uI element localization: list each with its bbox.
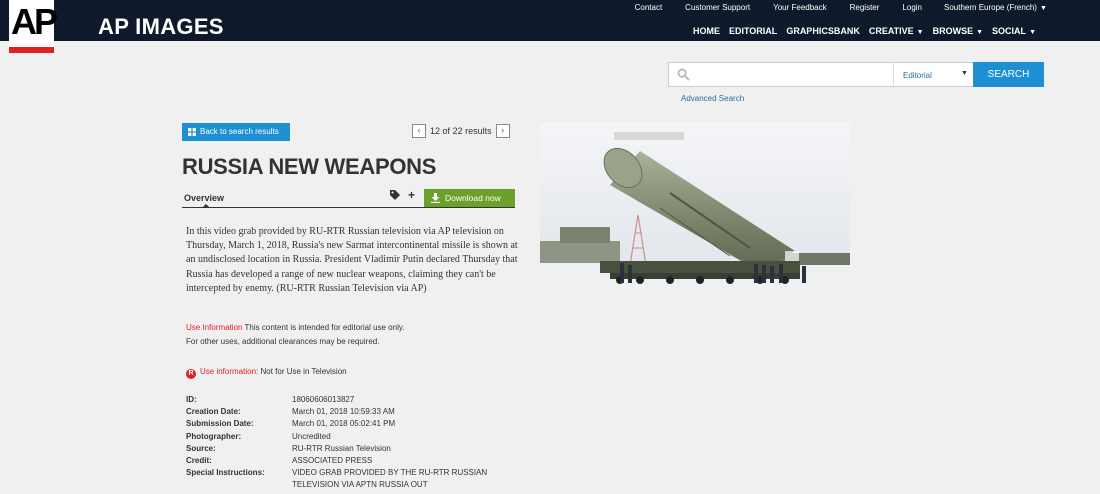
brand-title[interactable]: AP IMAGES xyxy=(98,13,224,41)
tag-icon[interactable] xyxy=(390,190,400,200)
metadata-value: VIDEO GRAB PROVIDED BY THE RU-RTR RUSSIA… xyxy=(292,468,488,478)
search-scope-value: Editorial xyxy=(903,71,932,80)
main-photo[interactable] xyxy=(540,123,850,296)
metadata-key: ID: xyxy=(186,395,197,404)
ap-logo[interactable]: AP xyxy=(9,0,58,53)
caption-text: In this video grab provided by RU-RTR Ru… xyxy=(186,226,518,294)
nav-browse[interactable]: BROWSE ▼ xyxy=(933,26,983,36)
feedback-link[interactable]: Your Feedback xyxy=(773,3,827,12)
active-tab-indicator xyxy=(202,204,210,208)
use-info-label: Use Information xyxy=(186,323,243,332)
pager-of: of xyxy=(442,126,451,136)
search-button[interactable]: SEARCH xyxy=(973,62,1044,87)
nav-editorial[interactable]: EDITORIAL xyxy=(729,26,777,36)
metadata-value: 18060606013827 xyxy=(292,395,355,404)
chevron-down-icon: ▼ xyxy=(961,70,968,77)
metadata-key: Source: xyxy=(186,443,216,453)
customer-support-link[interactable]: Customer Support xyxy=(685,3,750,12)
download-icon xyxy=(431,193,440,203)
metadata-value: TELEVISION VIA APTN RUSSIA OUT xyxy=(292,480,428,490)
nav-creative[interactable]: CREATIVE ▼ xyxy=(869,26,924,36)
nav-social[interactable]: SOCIAL ▼ xyxy=(992,26,1036,36)
search-scope-select[interactable]: Editorial ▼ xyxy=(893,62,975,87)
chevron-left-icon: ‹ xyxy=(417,125,421,135)
restricted-icon: R xyxy=(186,369,196,379)
metadata-row: Special Instructions: VIDEO GRAB PROVIDED… xyxy=(186,467,512,479)
metadata-row: Credit: ASSOCIATED PRESS xyxy=(186,455,512,467)
use-information: Use Information This content is intended… xyxy=(186,321,526,349)
prev-result-button[interactable]: ‹ xyxy=(412,124,426,138)
back-to-results-button[interactable]: Back to search results xyxy=(182,123,290,141)
metadata-key: Creation Date: xyxy=(186,407,241,417)
restriction-notice: R Use information: Not for Use in Televis… xyxy=(186,366,347,379)
search-input[interactable] xyxy=(693,65,892,85)
restriction-text: Not for Use in Television xyxy=(260,367,347,376)
register-link[interactable]: Register xyxy=(850,3,880,12)
restriction-label: Use information: xyxy=(200,367,259,376)
download-label: Download now xyxy=(445,193,501,203)
result-pager: ‹ 12 of 22 results › xyxy=(412,124,510,138)
metadata-row: Photographer: Uncredited xyxy=(186,431,512,443)
metadata-value: ASSOCIATED PRESS xyxy=(292,455,373,465)
metadata-row: ID: 18060606013827 xyxy=(186,394,512,406)
metadata-row: Submission Date: March 01, 2018 05:02:41 … xyxy=(186,418,512,430)
pager-current: 12 xyxy=(430,126,441,136)
missile-photo-illustration xyxy=(540,123,850,296)
pager-text: 12 of 22 results xyxy=(430,126,492,136)
download-button[interactable]: Download now xyxy=(424,189,515,207)
pager-total: 22 results xyxy=(452,126,492,136)
metadata-key: Credit: xyxy=(186,455,212,465)
tab-overview[interactable]: Overview xyxy=(184,193,224,203)
use-info-text-2: For other uses, additional clearances ma… xyxy=(186,337,380,346)
ap-logo-bar xyxy=(9,47,54,53)
metadata-value: RU-RTR Russian Television xyxy=(292,443,391,453)
ap-logo-text: AP xyxy=(11,1,58,42)
chevron-down-icon: ▼ xyxy=(1039,5,1047,12)
back-label: Back to search results xyxy=(200,127,279,136)
metadata-key xyxy=(186,479,292,491)
next-result-button[interactable]: › xyxy=(495,124,510,138)
metadata-key: Photographer: xyxy=(186,431,242,441)
metadata-row: Source: RU-RTR Russian Television xyxy=(186,443,512,455)
metadata-value: March 01, 2018 10:59:33 AM xyxy=(292,407,395,417)
chevron-down-icon: ▼ xyxy=(976,29,984,36)
main-nav: HOME EDITORIAL GRAPHICSBANK CREATIVE ▼ BR… xyxy=(684,26,1036,36)
contact-link[interactable]: Contact xyxy=(635,3,663,12)
metadata-key: Special Instructions: xyxy=(186,468,265,478)
search-icon xyxy=(677,68,690,81)
advanced-search-link[interactable]: Advanced Search xyxy=(681,94,744,103)
chevron-right-icon: › xyxy=(501,125,505,135)
grid-icon xyxy=(188,128,196,136)
region-label: Southern Europe (French) xyxy=(944,3,1037,12)
nav-home[interactable]: HOME xyxy=(693,26,720,36)
metadata-value: Uncredited xyxy=(292,431,331,441)
metadata-row: Creation Date: March 01, 2018 10:59:33 AM xyxy=(186,406,512,418)
nav-creative-label: CREATIVE xyxy=(868,26,914,36)
add-to-lightbox-icon[interactable]: + xyxy=(408,188,415,202)
nav-social-label: SOCIAL xyxy=(992,26,1027,36)
metadata-table: ID: 18060606013827 Creation Date: March 01… xyxy=(186,394,512,492)
nav-graphicsbank[interactable]: GRAPHICSBANK xyxy=(786,26,860,36)
chevron-down-icon: ▼ xyxy=(916,29,924,36)
login-link[interactable]: Login xyxy=(902,3,922,12)
chevron-down-icon: ▼ xyxy=(1029,29,1036,36)
search-field[interactable] xyxy=(668,62,895,87)
search-bar: Editorial ▼ SEARCH xyxy=(668,62,1044,87)
top-header: AP AP IMAGES Contact Customer Support Yo… xyxy=(0,0,1100,53)
page-title: RUSSIA NEW WEAPONS xyxy=(182,154,437,179)
region-selector[interactable]: Southern Europe (French) ▼ xyxy=(944,3,1047,12)
metadata-key: Submission Date: xyxy=(186,419,254,429)
metadata-row: TELEVISION VIA APTN RUSSIA OUT xyxy=(186,479,512,491)
nav-browse-label: BROWSE xyxy=(932,26,974,36)
use-info-text: This content is intended for editorial u… xyxy=(244,323,405,332)
utility-links: Contact Customer Support Your Feedback R… xyxy=(612,3,922,12)
metadata-value: March 01, 2018 05:02:41 PM xyxy=(292,419,396,429)
